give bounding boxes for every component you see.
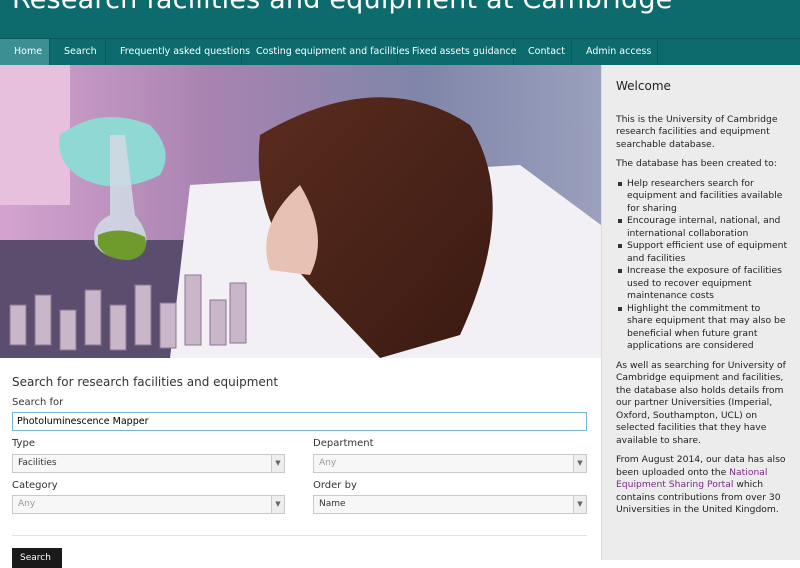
department-select[interactable]: Any ▼ xyxy=(313,454,587,473)
nav-costing[interactable]: Costing equipment and facilities xyxy=(242,39,410,65)
order-by-select[interactable]: Name ▼ xyxy=(313,495,587,514)
hero-image xyxy=(0,65,601,358)
site-title[interactable]: Research facilities and equipment at Cam… xyxy=(12,0,673,15)
nav-fixed-assets[interactable]: Fixed assets guidance xyxy=(398,39,517,65)
department-select-value: Any xyxy=(319,458,337,468)
site-header: Research facilities and equipment at Cam… xyxy=(0,0,800,38)
goal-item: Support efficient use of equipment and f… xyxy=(616,240,788,265)
nav-home[interactable]: Home xyxy=(0,39,50,65)
type-label: Type xyxy=(12,438,35,449)
welcome-title: Welcome xyxy=(616,79,671,93)
chevron-down-icon: ▼ xyxy=(271,496,284,513)
chevron-down-icon: ▼ xyxy=(573,496,586,513)
goal-item: Highlight the commitment to share equipm… xyxy=(616,303,788,353)
august-paragraph: From August 2014, our data has also been… xyxy=(616,454,788,517)
goals-list: Help researchers search for equipment an… xyxy=(616,178,788,353)
order-by-select-value: Name xyxy=(319,499,346,509)
goal-item: Help researchers search for equipment an… xyxy=(616,178,788,216)
category-select[interactable]: Any ▼ xyxy=(12,495,285,514)
search-button[interactable]: Search xyxy=(12,548,62,568)
category-select-value: Any xyxy=(18,499,36,509)
nav-contact[interactable]: Contact xyxy=(514,39,572,65)
lab-photo-illustration xyxy=(0,65,601,358)
search-input[interactable] xyxy=(12,412,587,431)
welcome-sidebar: Welcome This is the University of Cambri… xyxy=(601,65,800,560)
category-label: Category xyxy=(12,480,58,491)
partners-text: As well as searching for University of C… xyxy=(616,359,786,446)
goal-item: Encourage internal, national, and intern… xyxy=(616,215,788,240)
intro-text: This is the University of Cambridge rese… xyxy=(616,113,778,150)
nav-admin[interactable]: Admin access xyxy=(572,39,658,65)
form-divider xyxy=(12,535,587,536)
goal-item: Increase the exposure of facilities used… xyxy=(616,265,788,303)
search-for-label: Search for xyxy=(12,397,64,408)
main-nav: Home Search Frequently asked questions C… xyxy=(0,38,800,65)
created-to-text: The database has been created to: xyxy=(616,158,777,169)
type-select[interactable]: Facilities ▼ xyxy=(12,454,285,473)
search-heading: Search for research facilities and equip… xyxy=(12,375,279,389)
order-by-label: Order by xyxy=(313,480,357,491)
chevron-down-icon: ▼ xyxy=(271,455,284,472)
type-select-value: Facilities xyxy=(18,458,57,468)
nav-faq[interactable]: Frequently asked questions xyxy=(106,39,250,65)
department-label: Department xyxy=(313,438,374,449)
nav-search[interactable]: Search xyxy=(50,39,106,65)
chevron-down-icon: ▼ xyxy=(573,455,586,472)
